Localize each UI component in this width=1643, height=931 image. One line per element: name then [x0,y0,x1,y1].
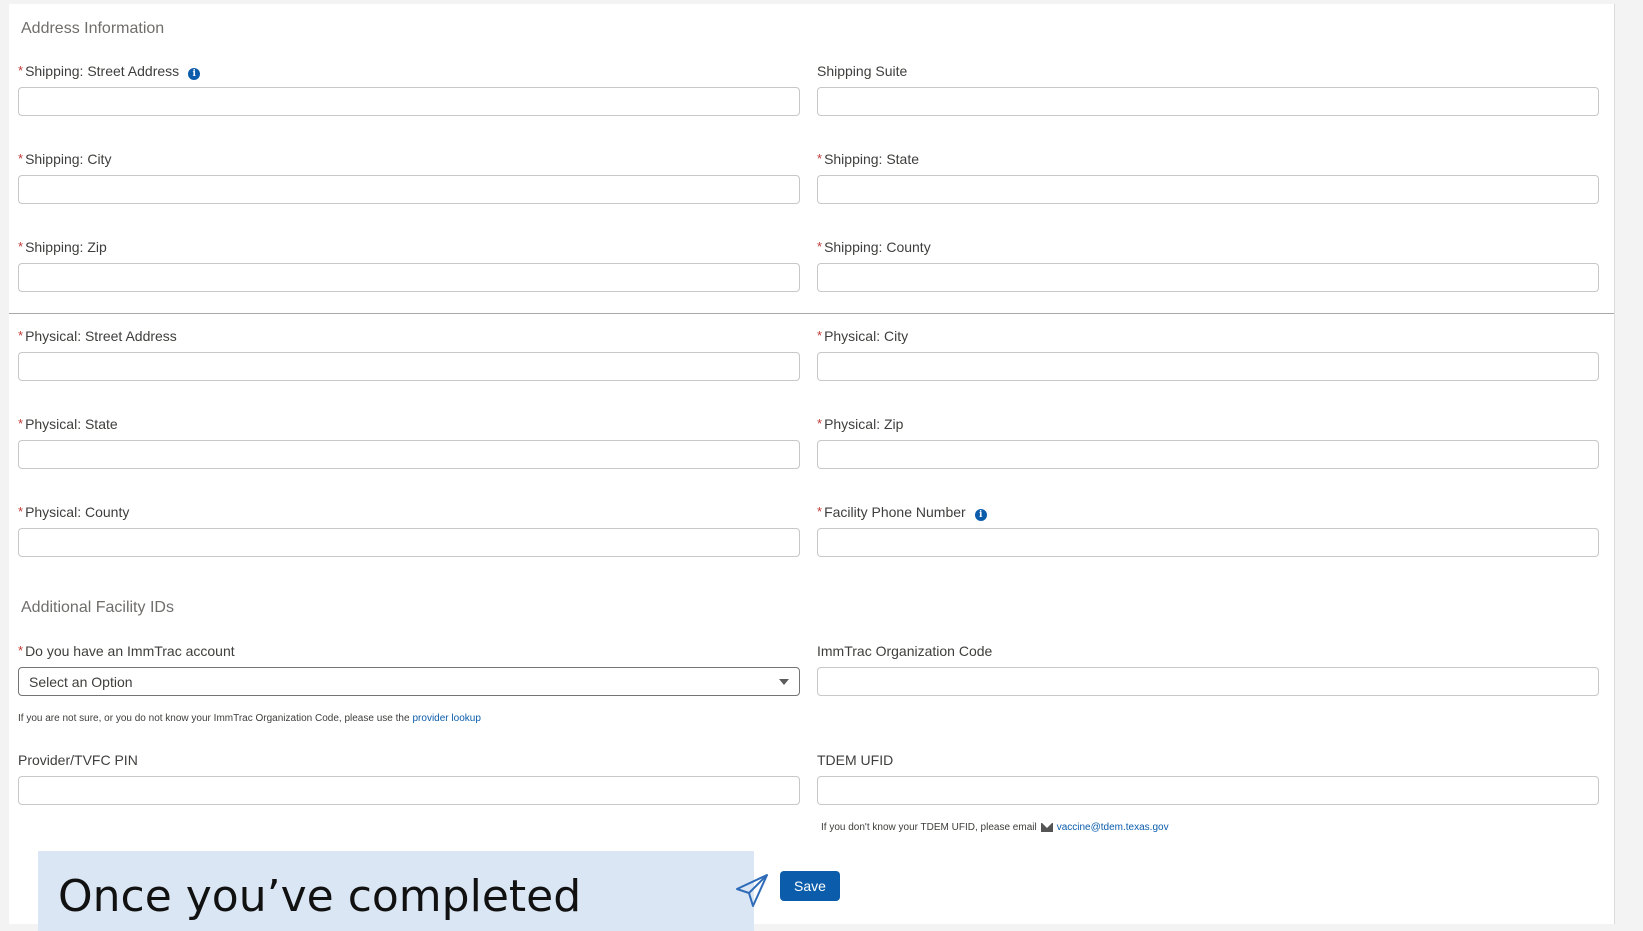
required-marker: * [18,504,24,519]
info-icon[interactable]: i [188,68,201,80]
physical-street-field: * Physical: Street Address [18,326,800,381]
physical-zip-label: Physical: Zip [824,416,904,432]
facility-phone-label: Facility Phone Number [824,504,966,520]
immtrac-account-select[interactable]: Select an Option [18,667,800,696]
shipping-county-field: * Shipping: County [817,237,1599,292]
paper-plane-icon [736,874,768,907]
shipping-state-input[interactable] [817,175,1599,204]
immtrac-account-field: * Do you have an ImmTrac account Select a… [18,641,800,696]
shipping-city-field: * Shipping: City [18,149,800,204]
tdem-ufid-field: TDEM UFID [817,750,1599,805]
shipping-zip-input[interactable] [18,263,800,292]
physical-city-label: Physical: City [824,328,909,344]
physical-county-input[interactable] [18,528,800,557]
required-marker: * [18,416,24,431]
shipping-zip-field: * Shipping: Zip [18,237,800,292]
shipping-suite-label: Shipping Suite [817,63,908,79]
shipping-state-label: Shipping: State [824,151,920,167]
save-button[interactable]: Save [780,871,840,901]
physical-city-field: * Physical: City [817,326,1599,381]
required-marker: * [18,63,24,78]
shipping-suite-field: Shipping Suite [817,61,1599,116]
physical-street-input[interactable] [18,352,800,381]
shipping-suite-input[interactable] [817,87,1599,116]
provider-pin-label: Provider/TVFC PIN [18,752,138,768]
shipping-city-input[interactable] [18,175,800,204]
provider-pin-input[interactable] [18,776,800,805]
section-divider [9,313,1614,314]
shipping-city-label: Shipping: City [25,151,112,167]
immtrac-account-label: Do you have an ImmTrac account [25,643,235,659]
chevron-down-icon [779,678,789,685]
required-marker: * [817,504,823,519]
callout-text: Once you’ve completed [58,871,582,922]
required-marker: * [817,239,823,254]
required-marker: * [817,416,823,431]
immtrac-org-code-field: ImmTrac Organization Code [817,641,1599,696]
tdem-help-message: If you don't know your TDEM UFID, please… [821,822,1037,833]
physical-state-field: * Physical: State [18,414,800,469]
physical-county-field: * Physical: County [18,502,800,557]
required-marker: * [18,151,24,166]
immtrac-account-selected-value: Select an Option [29,673,133,690]
physical-zip-input[interactable] [817,440,1599,469]
facility-ids-section-title: Additional Facility IDs [21,599,174,616]
tdem-email-link[interactable]: vaccine@tdem.texas.gov [1057,822,1169,833]
required-marker: * [817,151,823,166]
physical-state-input[interactable] [18,440,800,469]
immtrac-help-message: If you are not sure, or you do not know … [18,713,410,724]
address-section-title: Address Information [21,20,165,37]
facility-phone-field: * Facility Phone Number i [817,502,1599,557]
shipping-street-field: * Shipping: Street Address i [18,61,800,116]
shipping-street-input[interactable] [18,87,800,116]
physical-street-label: Physical: Street Address [25,328,177,344]
shipping-street-label: Shipping: Street Address [25,63,180,79]
physical-city-input[interactable] [817,352,1599,381]
physical-zip-field: * Physical: Zip [817,414,1599,469]
required-marker: * [18,239,24,254]
info-icon[interactable]: i [974,509,987,521]
tdem-ufid-input[interactable] [817,776,1599,805]
immtrac-org-code-input[interactable] [817,667,1599,696]
provider-lookup-link[interactable]: provider lookup [413,713,481,724]
mail-icon [1040,823,1053,832]
facility-phone-input[interactable] [817,528,1599,557]
shipping-state-field: * Shipping: State [817,149,1599,204]
shipping-county-label: Shipping: County [824,239,931,255]
required-marker: * [18,643,24,658]
tdem-ufid-label: TDEM UFID [817,752,894,768]
shipping-zip-label: Shipping: Zip [25,239,107,255]
instruction-callout: Once you’ve completed [38,851,754,931]
immtrac-org-code-label: ImmTrac Organization Code [817,643,993,659]
required-marker: * [817,328,823,343]
required-marker: * [18,328,24,343]
immtrac-help-text: If you are not sure, or you do not know … [18,713,481,724]
tdem-help-text: If you don't know your TDEM UFID, please… [821,822,1169,833]
shipping-county-input[interactable] [817,263,1599,292]
physical-state-label: Physical: State [25,416,118,432]
provider-pin-field: Provider/TVFC PIN [18,750,800,805]
physical-county-label: Physical: County [25,504,130,520]
